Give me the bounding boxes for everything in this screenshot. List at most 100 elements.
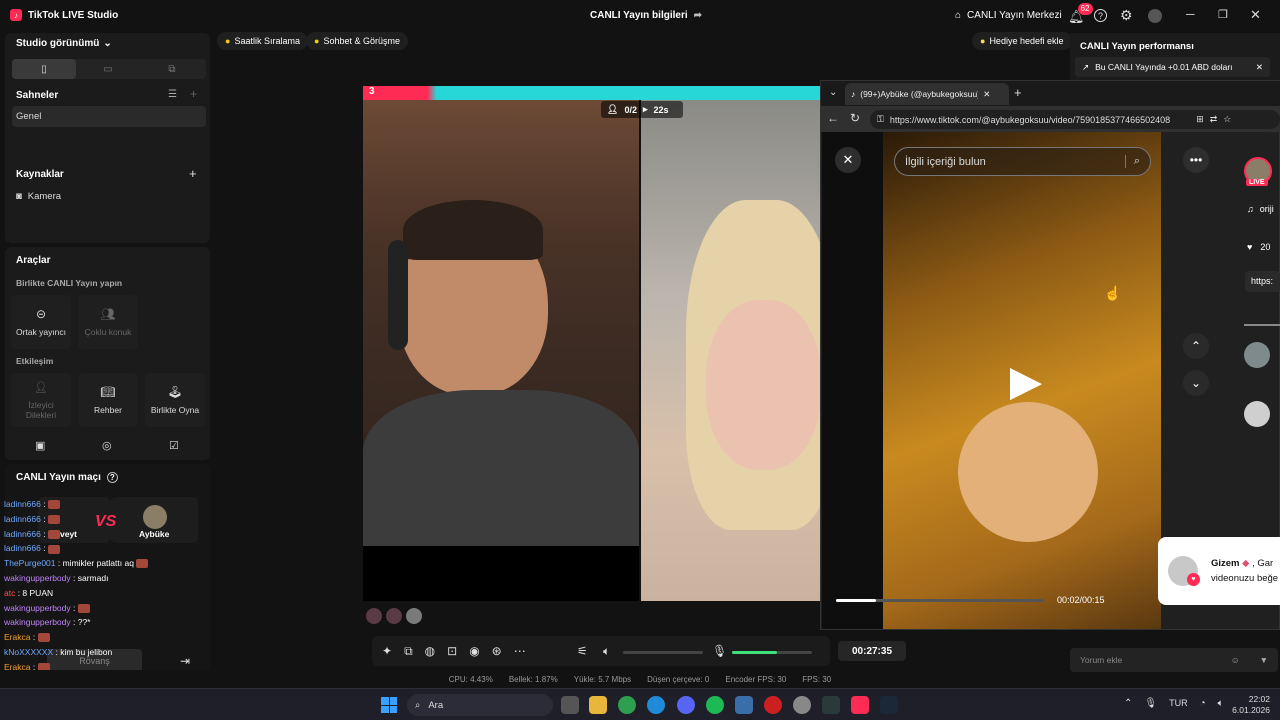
chat-username[interactable]: wakingupperbody	[4, 573, 71, 583]
dual-layout-icon[interactable]: ⧉	[140, 59, 204, 79]
close-video-icon[interactable]: ✕	[835, 147, 861, 173]
tool-icon-c[interactable]: ☑	[169, 439, 179, 452]
mixer-icon[interactable]: ⚟	[577, 644, 588, 658]
settings-gear-icon[interactable]: ⚙	[1120, 7, 1133, 24]
help-icon[interactable]: ?	[1094, 9, 1107, 22]
bookmark-star-icon[interactable]: ☆	[1223, 114, 1231, 125]
chat-username[interactable]: ladinn666	[4, 529, 41, 539]
live-center-button[interactable]: ⌂ CANLI Yayın Merkezi	[955, 10, 1062, 21]
chat-username[interactable]: Erakca	[4, 632, 30, 642]
next-video-icon[interactable]: ⌄	[1183, 370, 1209, 396]
site-info-icon[interactable]: ⚿	[877, 114, 884, 125]
address-bar[interactable]: ⚿ https://www.tiktok.com/@aybukegoksuu/v…	[870, 110, 1280, 129]
maximize-icon[interactable]: ❐	[1218, 8, 1228, 21]
tiktok-studio-taskbar-icon[interactable]	[851, 696, 869, 714]
gifter-avatar-3[interactable]	[406, 608, 422, 624]
language-indicator[interactable]: TUR	[1169, 698, 1188, 709]
minimize-icon[interactable]: ─	[1186, 7, 1195, 21]
steam-icon[interactable]	[880, 696, 898, 714]
add-scene-icon[interactable]: +	[190, 87, 197, 101]
chat-username[interactable]: atc	[4, 588, 15, 598]
chat-username[interactable]: wakingupperbody	[4, 617, 71, 627]
screen-icon[interactable]: ⊡	[447, 644, 457, 659]
share-icon[interactable]: ➦	[694, 10, 702, 21]
sound-link[interactable]: ♫ oriji	[1247, 204, 1274, 214]
guide-tool-button[interactable]: 📖︎ Rehber	[78, 373, 138, 427]
multi-guest-tool-button[interactable]: 👥︎ Çoklu konuk	[78, 295, 138, 349]
app-icon-b[interactable]	[793, 696, 811, 714]
taskbar-clock[interactable]: 22:02 6.01.2026	[1232, 694, 1270, 716]
play-together-tool-button[interactable]: 🕹︎ Birlikte Oyna	[145, 373, 205, 427]
tool-icon-a[interactable]: ▣	[35, 439, 45, 452]
hourly-ranking-chip[interactable]: ● Saatlik Sıralama	[217, 32, 308, 50]
landscape-layout-icon[interactable]: ▭	[76, 59, 140, 79]
reload-icon[interactable]: ↻	[850, 111, 860, 125]
chat-username[interactable]: ladinn666	[4, 499, 41, 509]
tool-icon-b[interactable]: ◎	[102, 439, 112, 452]
discord-icon[interactable]	[677, 696, 695, 714]
notification-bell-icon[interactable]: 🔔︎ 62	[1068, 3, 1093, 25]
tab-list-chevron-icon[interactable]: ⌄	[829, 87, 837, 98]
spotify-icon[interactable]	[706, 696, 724, 714]
windows-start-icon[interactable]	[381, 697, 397, 713]
install-icon[interactable]: ⊞	[1196, 114, 1204, 125]
tray-chevron-icon[interactable]: ⌃	[1124, 698, 1132, 709]
mic-volume-slider[interactable]	[732, 651, 812, 654]
task-view-icon[interactable]	[561, 696, 579, 714]
copy-link-field[interactable]: https:	[1245, 271, 1280, 292]
opera-icon[interactable]	[764, 696, 782, 714]
play-button-icon[interactable]: ▶	[1006, 357, 1046, 404]
profile-avatar[interactable]	[1148, 9, 1162, 23]
volume-icon[interactable]: 🔈︎	[1218, 698, 1224, 709]
effects-icon[interactable]: ⧉	[404, 644, 413, 659]
chrome-icon[interactable]	[618, 696, 636, 714]
related-search-input[interactable]: İlgili içeriği bulun ⌕	[894, 147, 1151, 176]
add-source-icon[interactable]: +	[189, 166, 197, 181]
tray-mic-icon[interactable]: 🎙︎	[1144, 698, 1157, 709]
viewer-wishes-tool-button[interactable]: 👤︎ İzleyici Dilekleri	[11, 373, 71, 427]
search-icon[interactable]: ⌕	[1124, 155, 1140, 168]
app-icon-a[interactable]	[735, 696, 753, 714]
chat-username[interactable]: wakingupperbody	[4, 603, 71, 613]
sticker-icon[interactable]: ◍	[425, 644, 435, 659]
live-creator-avatar[interactable]: LIVE	[1236, 155, 1280, 191]
info-icon[interactable]: ?	[106, 472, 118, 483]
record-icon[interactable]: ◉	[469, 644, 479, 659]
source-item-camera[interactable]: ◙ Kamera	[16, 191, 61, 202]
close-perf-icon[interactable]: ✕	[1256, 62, 1263, 73]
new-tab-icon[interactable]: +	[1014, 85, 1022, 100]
camera-switch-icon[interactable]: ⊛	[492, 644, 502, 659]
commenter-avatar-2[interactable]	[1244, 401, 1270, 427]
speaker-volume-slider[interactable]	[623, 651, 703, 654]
live-info-title[interactable]: CANLI Yayın bilgileri ➦	[590, 10, 702, 21]
comment-input[interactable]: Yorum ekle ☺ ▼	[1070, 648, 1278, 672]
video-progress-bar[interactable]	[836, 599, 1044, 602]
browser-tab[interactable]: ♪ (99+)Aybüke (@aybukegoksuu) | T ✕	[845, 83, 1009, 105]
speaker-icon[interactable]: 🔈︎	[603, 644, 610, 659]
chat-username[interactable]: ThePurge001	[4, 558, 56, 568]
studio-view-dropdown[interactable]: Studio görünümü ⌄	[16, 38, 112, 49]
translate-icon[interactable]: ⇄	[1210, 114, 1218, 125]
microphone-icon[interactable]: 🎙︎	[712, 644, 727, 658]
cohost-tool-button[interactable]: ⊝ Ortak yayıncı	[11, 295, 71, 349]
gift-goal-chip[interactable]: ● Hediye hedefi ekle	[972, 32, 1072, 50]
gifter-avatar-1[interactable]	[366, 608, 382, 624]
filter-icon[interactable]: ▼	[1260, 655, 1268, 665]
portrait-layout-icon[interactable]: ▯	[12, 59, 76, 79]
list-icon[interactable]: ☰	[168, 89, 177, 100]
chat-username[interactable]: ladinn666	[4, 543, 41, 553]
chat-username[interactable]: kNoXXXXXX	[4, 647, 53, 657]
like-count[interactable]: ♥ 20	[1247, 242, 1270, 252]
previous-video-icon[interactable]: ⌃	[1183, 333, 1209, 359]
magic-wand-icon[interactable]: ✦	[382, 644, 392, 659]
file-explorer-icon[interactable]	[589, 696, 607, 714]
more-options-icon[interactable]: ⋯	[514, 644, 526, 659]
emoji-icon[interactable]: ☺	[1231, 655, 1240, 665]
taskbar-search[interactable]: ⌕ Ara	[407, 694, 553, 716]
close-window-icon[interactable]: ✕	[1250, 7, 1261, 23]
gifter-avatar-2[interactable]	[386, 608, 402, 624]
commenter-avatar-1[interactable]	[1244, 342, 1270, 368]
more-video-options-icon[interactable]: •••	[1183, 147, 1209, 173]
back-arrow-icon[interactable]: ←	[827, 111, 839, 125]
scene-item-genel[interactable]: Genel	[12, 106, 206, 127]
